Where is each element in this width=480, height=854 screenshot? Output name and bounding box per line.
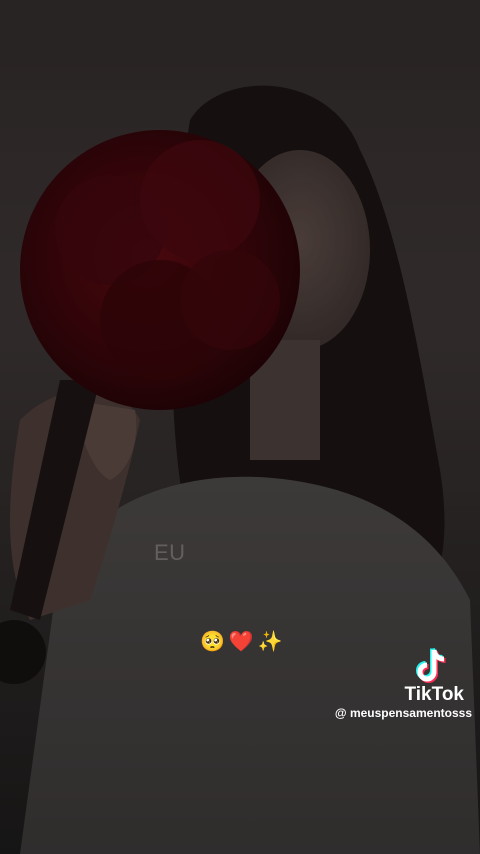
- tiktok-logo-icon: [416, 647, 446, 683]
- sparkles-emoji: ✨: [257, 629, 283, 653]
- creator-username[interactable]: @ meuspensamentosss: [335, 706, 472, 720]
- video-caption: EU: [154, 540, 186, 565]
- tiktok-brand-text: TikTok: [404, 684, 464, 705]
- pleading-face-emoji: 🥺: [200, 629, 225, 653]
- emoji-sticker: 🥺 ❤️ ✨: [200, 629, 283, 653]
- red-heart-emoji: ❤️: [228, 629, 254, 653]
- video-background-image: [0, 0, 480, 854]
- video-frame[interactable]: EU 🥺 ❤️ ✨ TikTok @ meuspensamentosss: [0, 0, 480, 854]
